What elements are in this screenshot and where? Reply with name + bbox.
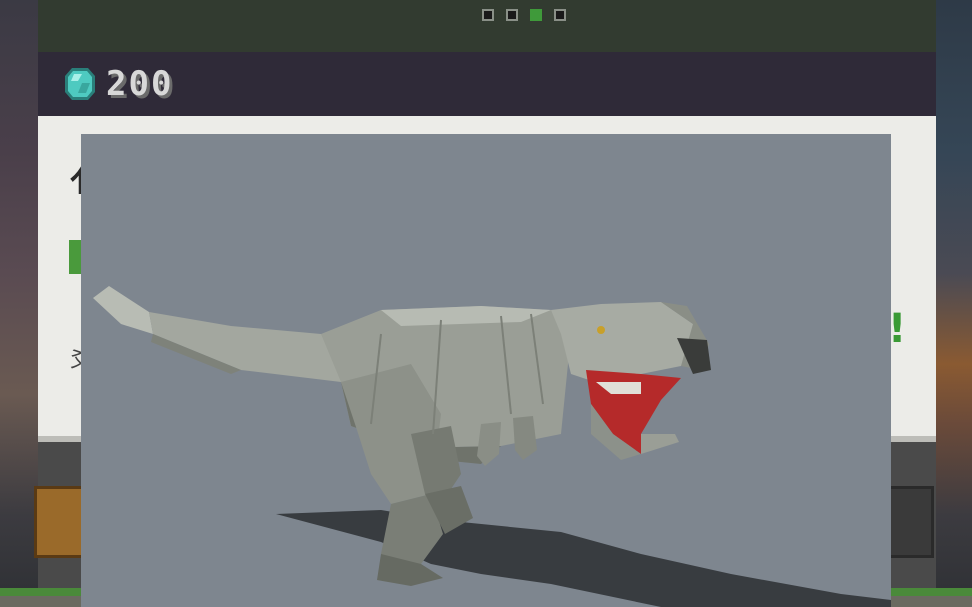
gem-count: 200 <box>106 64 174 104</box>
page-dot-1[interactable] <box>482 9 494 21</box>
background-left-edge <box>0 0 38 607</box>
background-right-edge <box>936 0 972 607</box>
page-dot-2[interactable] <box>506 9 518 21</box>
pager-bar <box>38 0 936 52</box>
category-marker <box>69 240 81 274</box>
page-dot-4[interactable] <box>554 9 566 21</box>
page-dot-3-active[interactable] <box>530 9 542 21</box>
currency-bar: 200 <box>38 52 936 116</box>
page-indicator <box>482 9 566 21</box>
trex-model-render <box>93 286 891 607</box>
diamond-gem-icon <box>65 68 95 100</box>
model-preview-viewport[interactable] <box>81 134 891 607</box>
